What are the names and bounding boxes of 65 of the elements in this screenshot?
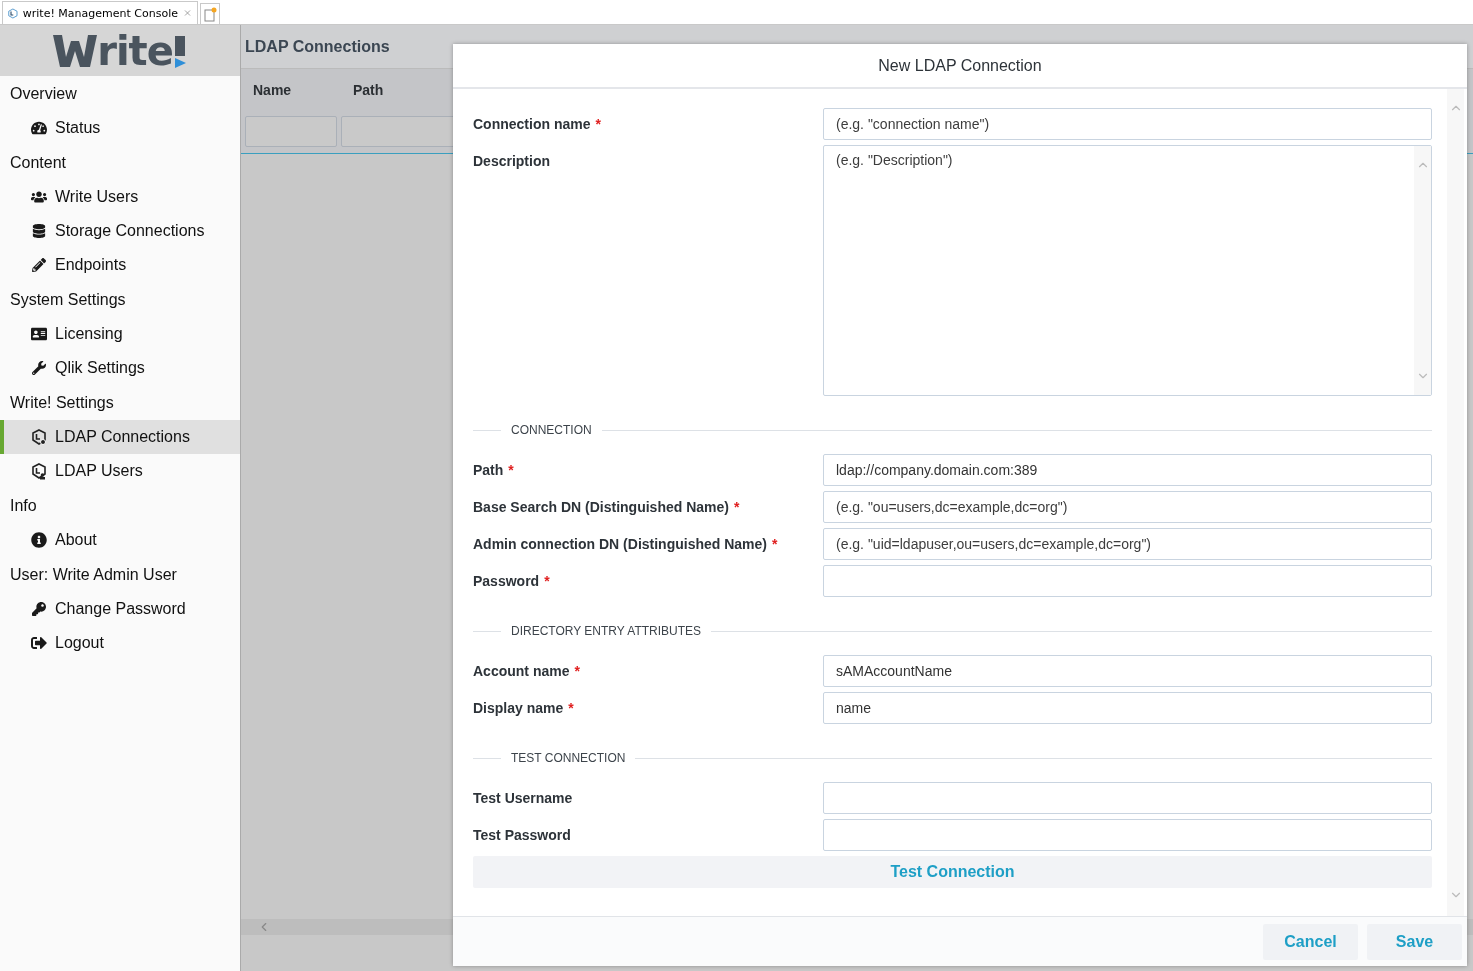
nav-item[interactable]: LDAP Users bbox=[0, 454, 240, 488]
dialog-title: New LDAP Connection bbox=[878, 56, 1042, 75]
info-icon bbox=[30, 532, 47, 548]
field-label: Display name * bbox=[473, 699, 575, 716]
section-heading: CONNECTION bbox=[511, 423, 592, 437]
key-icon bbox=[31, 602, 46, 616]
nav-item[interactable]: Status bbox=[0, 111, 240, 145]
database-icon bbox=[31, 224, 46, 238]
nav-item[interactable]: Endpoints bbox=[0, 248, 240, 282]
nav-item[interactable]: Licensing bbox=[0, 317, 240, 351]
nav-item[interactable]: Qlik Settings bbox=[0, 351, 240, 385]
text-area[interactable]: (e.g. "Description") bbox=[823, 145, 1432, 396]
field-label: Password * bbox=[473, 572, 551, 589]
filter-field[interactable] bbox=[245, 116, 337, 147]
nav-group-label: Write! Settings bbox=[9, 392, 115, 413]
browser-tab[interactable]: write! Management Console bbox=[2, 1, 198, 24]
pencil-icon bbox=[31, 258, 46, 272]
logo-exclamation-icon bbox=[172, 33, 187, 68]
nav-group-label: Info bbox=[9, 495, 38, 516]
input-field[interactable]: (e.g. "ou=users,dc=example,dc=org") bbox=[823, 491, 1432, 523]
input-field[interactable] bbox=[823, 819, 1432, 851]
input-field[interactable]: ldap://company.domain.com:389 bbox=[823, 454, 1432, 486]
logo-w-icon bbox=[53, 32, 98, 69]
wrench-icon bbox=[31, 361, 46, 375]
shield-user-icon bbox=[30, 462, 47, 480]
shield-gear-icon bbox=[30, 428, 47, 446]
logout-icon bbox=[30, 635, 47, 651]
field-label: Test Username bbox=[473, 789, 574, 806]
app-icon bbox=[8, 6, 18, 20]
input-field[interactable]: sAMAccountName bbox=[823, 655, 1432, 687]
field-label: Base Search DN (Distinguished Name) * bbox=[473, 498, 741, 515]
nav-group-label: Overview bbox=[9, 83, 78, 104]
page-title: LDAP Connections bbox=[245, 37, 390, 56]
field-label: Account name * bbox=[473, 662, 581, 679]
field-label: Test Password bbox=[473, 826, 572, 843]
nav-item[interactable]: Storage Connections bbox=[0, 214, 240, 248]
nav-item[interactable]: Logout bbox=[0, 626, 240, 660]
new-page-icon bbox=[203, 6, 217, 22]
nav-item[interactable]: Write Users bbox=[0, 180, 240, 214]
id-card-icon bbox=[30, 326, 47, 342]
column-header[interactable]: Name bbox=[241, 82, 341, 98]
nav-group-label: Content bbox=[9, 152, 68, 173]
column-header[interactable]: Path bbox=[341, 82, 441, 98]
logo-text: rite bbox=[97, 30, 173, 71]
input-field[interactable] bbox=[823, 782, 1432, 814]
nav-group-label: System Settings bbox=[9, 289, 127, 310]
close-icon[interactable] bbox=[182, 7, 192, 19]
gauge-icon bbox=[30, 120, 47, 136]
vertical-scrollbar[interactable] bbox=[1447, 89, 1464, 916]
input-field[interactable]: (e.g. "connection name") bbox=[823, 108, 1432, 140]
section-heading: TEST CONNECTION bbox=[511, 751, 626, 765]
section-heading: DIRECTORY ENTRY ATTRIBUTES bbox=[511, 624, 702, 638]
input-field[interactable]: name bbox=[823, 692, 1432, 724]
field-label: Path * bbox=[473, 461, 515, 478]
input-field[interactable]: (e.g. "uid=ldapuser,ou=users,dc=example,dc=org") bbox=[823, 528, 1432, 560]
input-field[interactable] bbox=[823, 565, 1432, 597]
new-tab-button[interactable] bbox=[200, 3, 220, 24]
field-label: Admin connection DN (Distinguished Name) * bbox=[473, 535, 779, 552]
nav-item[interactable]: About bbox=[0, 523, 240, 557]
field-label: Description bbox=[473, 152, 551, 169]
field-label: Connection name * bbox=[473, 115, 602, 132]
users-icon bbox=[30, 189, 47, 205]
nav-group-label: User: Write Admin User bbox=[9, 564, 178, 585]
nav-item[interactable]: LDAP Connections bbox=[0, 420, 240, 454]
nav-item[interactable]: Change Password bbox=[0, 592, 240, 626]
